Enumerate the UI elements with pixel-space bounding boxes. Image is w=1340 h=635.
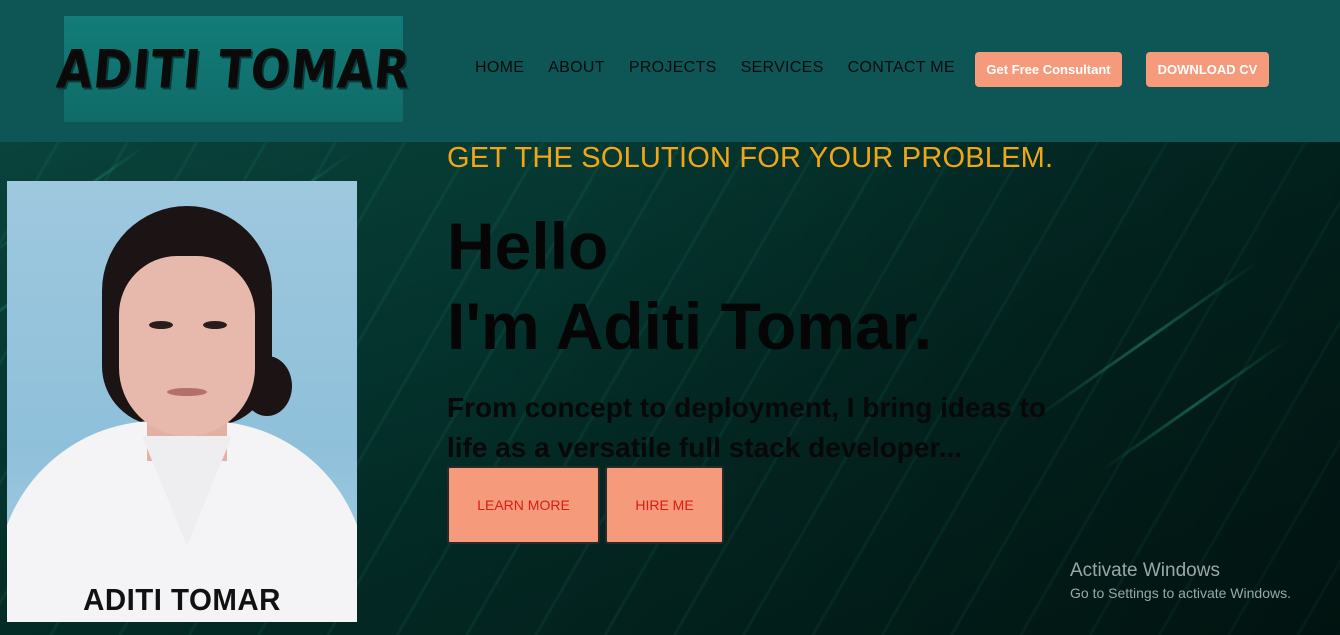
- photo-left-eye: [149, 321, 173, 329]
- site-header: ADITI TOMAR HOME ABOUT PROJECTS SERVICES…: [0, 0, 1340, 142]
- photo-lips: [167, 388, 207, 396]
- photo-face: [119, 256, 255, 436]
- profile-photo: ADITI TOMAR: [7, 181, 357, 622]
- photo-caption: ADITI TOMAR: [83, 582, 281, 617]
- logo-text: ADITI TOMAR: [53, 37, 414, 101]
- nav-services[interactable]: SERVICES: [741, 58, 824, 78]
- watermark-title: Activate Windows: [1070, 560, 1220, 581]
- nav-home[interactable]: HOME: [475, 58, 524, 78]
- nav-projects[interactable]: PROJECTS: [629, 58, 717, 78]
- hire-me-button[interactable]: HIRE ME: [605, 466, 724, 544]
- hero-description: From concept to deployment, I bring idea…: [447, 392, 1046, 463]
- windows-activation-watermark: Activate Windows Go to Settings to activ…: [1070, 560, 1291, 604]
- hero-tagline: GET THE SOLUTION FOR YOUR PROBLEM.: [447, 142, 1054, 174]
- get-free-consultant-button[interactable]: Get Free Consultant: [975, 52, 1122, 87]
- nav-contact-me[interactable]: CONTACT ME: [848, 58, 955, 78]
- nav-about[interactable]: ABOUT: [548, 58, 605, 78]
- hero-hello: Hello: [447, 209, 609, 283]
- hero-name: I'm Aditi Tomar.: [447, 289, 933, 363]
- logo[interactable]: ADITI TOMAR: [54, 16, 413, 122]
- learn-more-button[interactable]: LEARN MORE: [447, 466, 600, 544]
- photo-right-eye: [203, 321, 227, 329]
- watermark-subtitle: Go to Settings to activate Windows.: [1070, 585, 1291, 601]
- main-nav: HOME ABOUT PROJECTS SERVICES CONTACT ME: [475, 58, 979, 78]
- download-cv-button[interactable]: DOWNLOAD CV: [1146, 52, 1269, 87]
